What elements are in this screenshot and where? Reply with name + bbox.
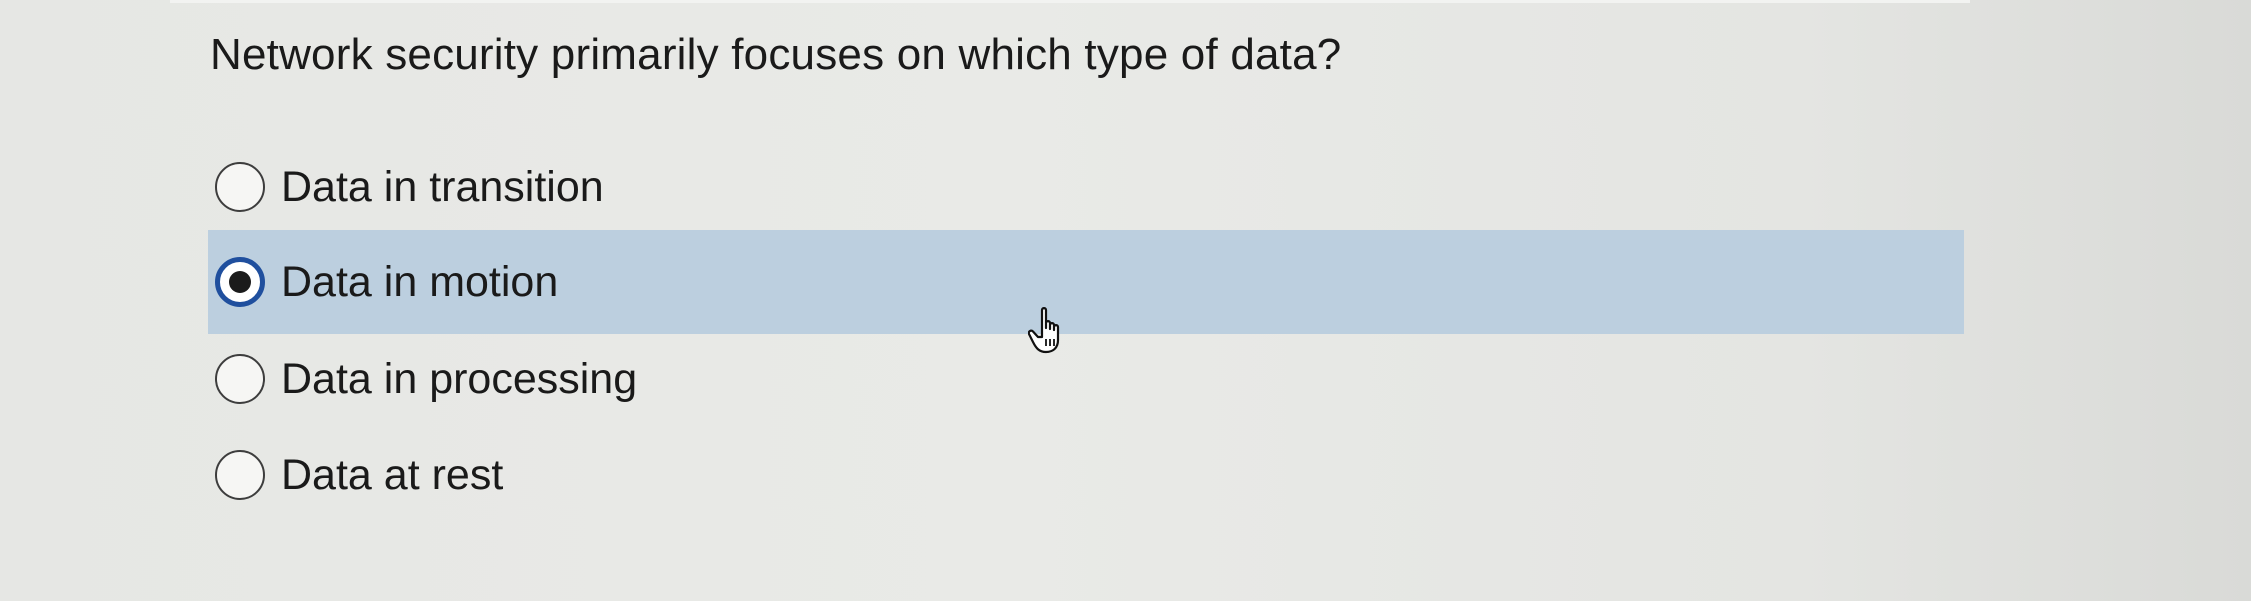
option-label: Data in transition xyxy=(281,162,604,211)
hand-pointer-icon xyxy=(1028,307,1060,354)
radio-button-icon[interactable] xyxy=(215,450,265,500)
option-data-in-transition[interactable]: Data in transition xyxy=(208,135,1964,239)
option-label: Data at rest xyxy=(281,450,504,499)
radio-button-icon[interactable] xyxy=(215,354,265,404)
radio-button-icon[interactable] xyxy=(215,162,265,212)
answer-options: Data in transition Data in motion Data i… xyxy=(0,0,2251,601)
option-label: Data in processing xyxy=(281,354,638,403)
option-data-at-rest[interactable]: Data at rest xyxy=(208,423,1964,527)
option-label: Data in motion xyxy=(281,257,559,306)
option-data-in-motion[interactable]: Data in motion xyxy=(208,230,1964,334)
radio-button-selected-icon[interactable] xyxy=(215,257,265,307)
option-data-in-processing[interactable]: Data in processing xyxy=(208,327,1964,431)
